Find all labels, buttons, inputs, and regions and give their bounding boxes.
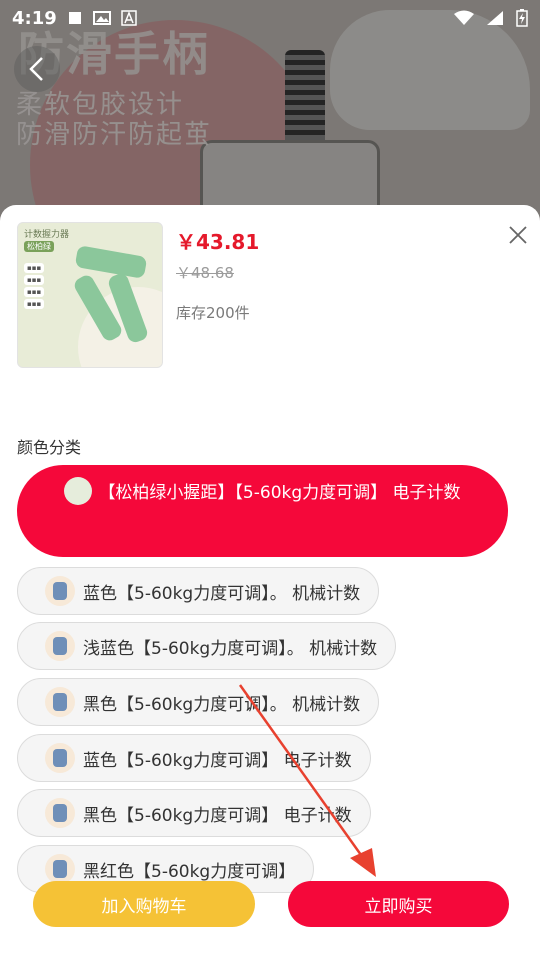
back-button[interactable] [14,46,60,92]
battery-icon [516,9,528,27]
thumb-tag-2: ▪▪▪ [24,275,45,285]
product-thumbnail: 计数握力器 松柏绿 ▪▪▪ ▪▪▪ ▪▪▪ ▪▪▪ [17,222,163,368]
variant-option[interactable]: 黑色【5-60kg力度可调】。 机械计数 [17,678,380,726]
variant-option[interactable]: 黑色【5-60kg力度可调】 电子计数 [17,789,371,837]
thumb-tag-4: ▪▪▪ [24,299,45,309]
variant-option[interactable]: 浅蓝色【5-60kg力度可调】。 机械计数 [17,622,397,670]
thumb-title: 计数握力器 [24,230,70,240]
font-icon [121,10,137,26]
variant-option-label: 黑色【5-60kg力度可调】。 机械计数 [83,694,361,715]
gallery-icon [92,11,111,25]
variant-thumb-icon [45,798,75,828]
variant-thumb-icon [64,477,93,505]
buy-now-button[interactable]: 立即购买 [288,881,509,927]
variant-thumb-icon [45,576,75,606]
variant-thumb-icon [45,743,75,773]
variant-option-label: 蓝色【5-60kg力度可调】 电子计数 [83,750,352,771]
variant-option-label: 黑红色【5-60kg力度可调】 [83,861,296,882]
variant-selected-label: 【松柏绿小握距】【5-60kg力度可调】 电子计数 [98,483,461,503]
variant-thumb-icon [45,687,75,717]
sku-bottom-sheet: 计数握力器 松柏绿 ▪▪▪ ▪▪▪ ▪▪▪ ▪▪▪ ￥43.81 ￥48.68 … [0,205,540,960]
variant-option-selected[interactable]: 【松柏绿小握距】【5-60kg力度可调】 电子计数 [17,465,508,557]
close-icon [509,226,527,244]
wifi-icon [454,10,474,25]
thumb-tag-3: ▪▪▪ [24,287,45,297]
variant-option-label: 蓝色【5-60kg力度可调】。 机械计数 [83,583,361,604]
variant-thumb-icon [45,854,75,884]
variant-option[interactable]: 蓝色【5-60kg力度可调】 电子计数 [17,734,371,782]
variant-option-label: 黑色【5-60kg力度可调】 电子计数 [83,805,352,826]
status-time: 4:19 [12,7,57,29]
variant-section-label: 颜色分类 [17,438,82,457]
thumb-badge: 松柏绿 [24,241,54,252]
thumb-grip-top [74,245,148,279]
variant-thumb-icon [45,631,75,661]
notification-square-icon [68,12,81,24]
variant-option[interactable]: 蓝色【5-60kg力度可调】。 机械计数 [17,567,380,615]
close-button[interactable] [506,223,530,247]
variant-option-label: 浅蓝色【5-60kg力度可调】。 机械计数 [83,638,378,659]
status-bar: 4:19 [0,0,540,36]
chevron-left-icon [29,57,43,81]
thumb-tag-1: ▪▪▪ [24,263,45,273]
current-price: ￥43.81 [176,230,260,254]
original-price: ￥48.68 [176,264,234,282]
stock-count: 库存200件 [176,304,250,322]
add-to-cart-button[interactable]: 加入购物车 [33,881,255,927]
signal-icon [487,11,503,25]
